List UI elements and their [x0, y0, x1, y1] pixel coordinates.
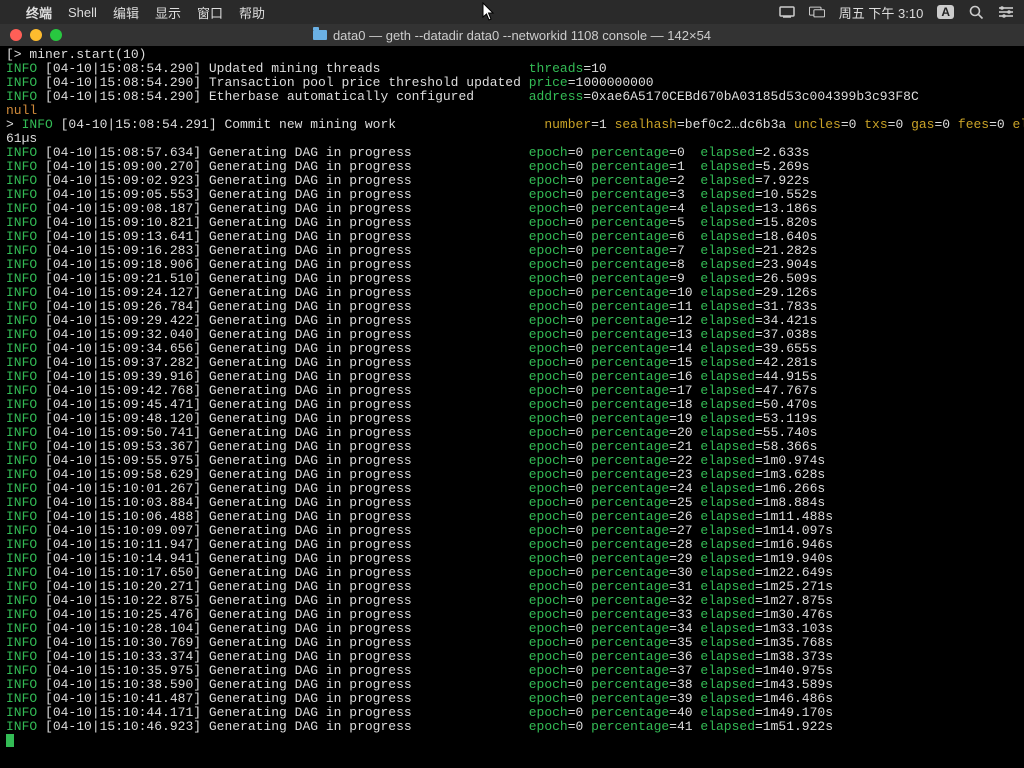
menu-window[interactable]: 窗口 [197, 3, 223, 22]
menu-terminal[interactable]: 终端 [26, 3, 52, 22]
macos-menubar: 终端 Shell 编辑 显示 窗口 帮助 周五 下午 3:10 A [0, 0, 1024, 24]
control-center-icon[interactable] [998, 4, 1014, 20]
menubar-clock[interactable]: 周五 下午 3:10 [839, 3, 924, 22]
input-source-badge[interactable]: A [937, 5, 954, 19]
display-icon[interactable] [809, 4, 825, 20]
screen-mirror-icon[interactable] [779, 4, 795, 20]
spotlight-icon[interactable] [968, 4, 984, 20]
window-titlebar[interactable]: data0 — geth --datadir data0 --networkid… [0, 24, 1024, 46]
window-title-text: data0 — geth --datadir data0 --networkid… [333, 28, 711, 43]
folder-icon [313, 30, 327, 40]
cursor [6, 734, 14, 747]
mouse-cursor-icon [482, 2, 496, 22]
terminal-window: data0 — geth --datadir data0 --networkid… [0, 24, 1024, 768]
menu-shell[interactable]: Shell [68, 5, 97, 20]
window-title: data0 — geth --datadir data0 --networkid… [0, 28, 1024, 43]
terminal-content[interactable]: [> miner.start(10) ] INFO [04-10|15:08:5… [0, 46, 1024, 768]
menu-help[interactable]: 帮助 [239, 3, 265, 22]
menu-view[interactable]: 显示 [155, 3, 181, 22]
menu-edit[interactable]: 编辑 [113, 3, 139, 22]
